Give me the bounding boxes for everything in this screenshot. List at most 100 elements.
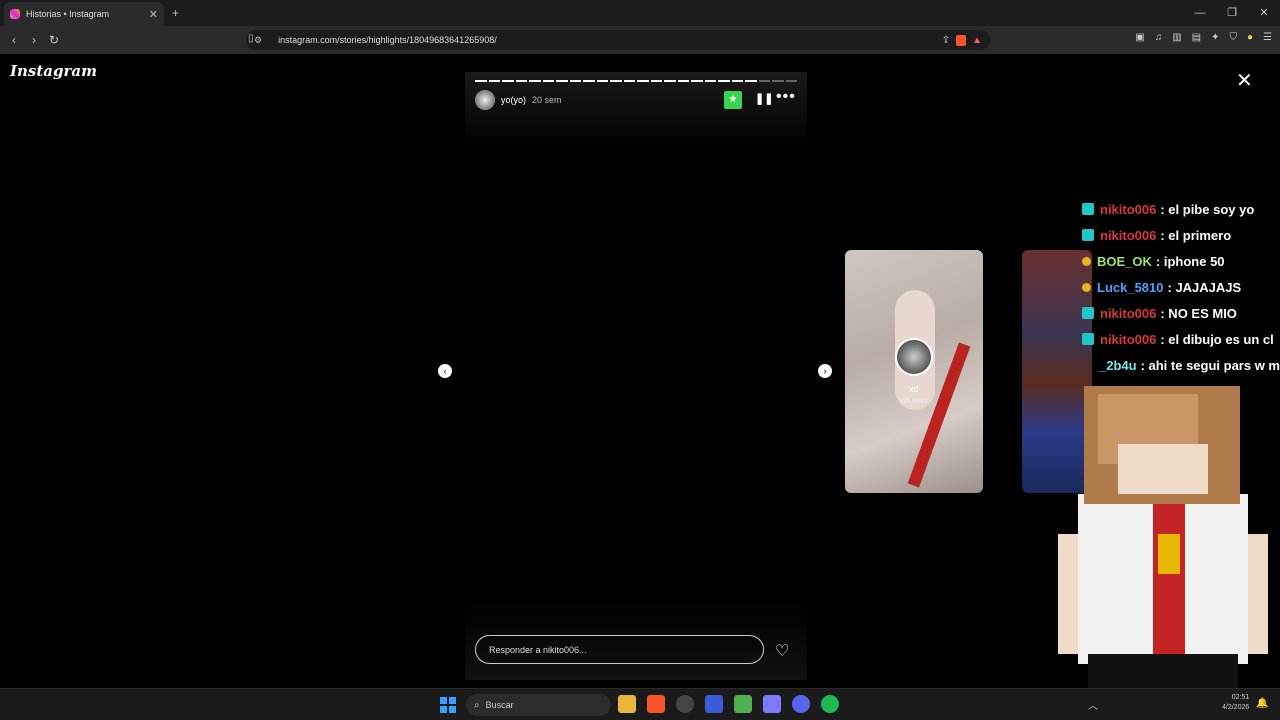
chat-message: _2b4u: ahi te segui pars w m <box>1082 352 1280 376</box>
preview-age: 66 sem <box>900 396 928 405</box>
clock-date: 4/2/2026 <box>1222 704 1250 711</box>
chat-message: nikito006: el dibujo es un cl <box>1082 326 1280 352</box>
window-close-icon[interactable]: ✕ <box>1248 0 1280 26</box>
chat-text: : JAJAJAJS <box>1167 279 1242 295</box>
story-avatar[interactable] <box>475 90 495 110</box>
brave-browser-icon[interactable] <box>647 695 665 713</box>
search-label: Buscar <box>485 700 514 710</box>
story-progress-segment <box>704 80 716 82</box>
instagram-logo[interactable]: Instagram <box>10 62 97 80</box>
pause-icon[interactable]: ❚❚ <box>755 92 773 105</box>
taskbar-search[interactable]: ⌕ Buscar <box>466 694 611 716</box>
vpn-icon[interactable]: ⛉ <box>1229 32 1237 43</box>
story-progress-segment <box>623 80 635 82</box>
preview-avatar <box>895 338 933 376</box>
story-progress-segment <box>677 80 689 82</box>
streamer-avatar-overlay <box>1058 384 1268 720</box>
story-progress-segment <box>785 80 797 82</box>
chat-text: : el primero <box>1160 227 1232 243</box>
chat-text: : ahi te segui pars w m <box>1140 357 1280 373</box>
story-progress-segment <box>637 80 649 82</box>
story-header: yo(yo) 20 sem ★ ❚❚ ••• <box>475 88 797 110</box>
story-username[interactable]: yo(yo) <box>501 95 526 105</box>
clock-time: 02:51 <box>1231 694 1250 701</box>
tab-bar: Historias • Instagram ✕ + — ❐ ✕ <box>0 0 1280 26</box>
restore-icon[interactable]: ❐ <box>1216 0 1248 26</box>
profile-icon[interactable]: ● <box>1247 32 1253 43</box>
minecraft-icon[interactable] <box>734 695 752 713</box>
chat-badge-icon <box>1082 203 1094 215</box>
chat-text: : NO ES MIO <box>1160 305 1237 321</box>
story-progress-segment <box>542 80 554 82</box>
story-progress-segment <box>610 80 622 82</box>
chat-message: nikito006: NO ES MIO <box>1082 300 1280 326</box>
chat-username: nikito006 <box>1100 227 1157 243</box>
music-icon[interactable]: ♫ <box>1155 32 1163 43</box>
search-icon: ⌕ <box>474 699 480 711</box>
story-progress-segment <box>515 80 527 82</box>
story-progress-segment <box>650 80 662 82</box>
obs-icon[interactable] <box>676 695 694 713</box>
site-info-icon[interactable]: ⚙ <box>254 35 262 46</box>
tab-manager-icon[interactable]: ▣ <box>1135 32 1144 43</box>
close-friends-star-icon[interactable]: ★ <box>724 91 742 109</box>
reply-input[interactable]: Responder a nikito006... <box>475 635 764 664</box>
tab-title: Historias • Instagram <box>26 9 110 19</box>
reload-icon[interactable]: ↻ <box>44 33 64 47</box>
forward-icon[interactable]: › <box>24 33 44 47</box>
chat-username: Luck_5810 <box>1097 279 1164 295</box>
chat-message: BOE_OK: iphone 50 <box>1082 248 1280 274</box>
menu-icon[interactable]: ☰ <box>1263 32 1272 43</box>
story-progress-segment <box>529 80 541 82</box>
close-story-icon[interactable]: ✕ <box>1236 68 1253 93</box>
clock[interactable]: 02:51 4/2/2026 <box>1222 693 1249 713</box>
instagram-favicon-icon <box>10 9 20 19</box>
nav-bar: ‹ › ↻ ⚙ instagram.com/stories/highlights… <box>0 26 1280 54</box>
next-story-preview[interactable]: xd 66 sem <box>845 250 983 493</box>
tab-close-icon[interactable]: ✕ <box>149 8 158 21</box>
brave-rewards-icon[interactable]: ▲ <box>972 35 982 46</box>
notification-icon[interactable]: 🔔 <box>1256 698 1268 709</box>
next-story-icon[interactable]: › <box>818 364 832 378</box>
vegas-icon[interactable] <box>763 695 781 713</box>
sidebar-icon[interactable]: ▥ <box>1172 32 1181 43</box>
tab-instagram[interactable]: Historias • Instagram ✕ <box>4 2 164 26</box>
ai-icon[interactable]: ✦ <box>1211 32 1219 43</box>
story-progress-segment <box>488 80 500 82</box>
share-icon[interactable]: ⇪ <box>942 35 950 46</box>
story-progress-segment <box>583 80 595 82</box>
minimize-icon[interactable]: — <box>1184 0 1216 26</box>
story-viewer[interactable]: yo(yo) 20 sem ★ ❚❚ ••• Responder a nikit… <box>465 72 807 680</box>
chat-message: Luck_5810: JAJAJAJS <box>1082 274 1280 300</box>
app-diamond-icon[interactable] <box>705 695 723 713</box>
extensions-row: ▣ ♫ ▥ ▤ ✦ ⛉ ● ☰ <box>1135 32 1272 43</box>
like-heart-icon[interactable]: ♡ <box>775 641 789 661</box>
chat-badge-icon <box>1082 256 1091 266</box>
chat-message: nikito006: el primero <box>1082 222 1280 248</box>
chat-text: : el pibe soy yo <box>1160 201 1255 217</box>
previous-story-icon[interactable]: ‹ <box>438 364 452 378</box>
file-explorer-icon[interactable] <box>618 695 636 713</box>
chat-badge-icon <box>1082 229 1094 241</box>
story-progress-segment <box>502 80 514 82</box>
new-tab-icon[interactable]: + <box>172 6 179 20</box>
more-options-icon[interactable]: ••• <box>776 88 796 106</box>
chat-message: nikito006: el pibe soy yo <box>1082 196 1280 222</box>
story-progress-segment <box>731 80 743 82</box>
chat-username: nikito006 <box>1100 201 1157 217</box>
story-progress-segment <box>664 80 676 82</box>
chat-badge-icon <box>1082 359 1093 371</box>
address-bar[interactable]: ⚙ instagram.com/stories/highlights/18049… <box>246 30 990 50</box>
windows-start-icon[interactable] <box>440 697 456 713</box>
discord-icon[interactable] <box>792 695 810 713</box>
spotify-icon[interactable] <box>821 695 839 713</box>
chat-username: _2b4u <box>1098 357 1137 373</box>
chat-text: : iphone 50 <box>1155 253 1225 269</box>
brave-shields-icon[interactable] <box>956 34 967 46</box>
chat-badge-icon <box>1082 282 1091 292</box>
chat-text: : el dibujo es un cl <box>1160 331 1274 347</box>
wallet-icon[interactable]: ▤ <box>1192 32 1201 43</box>
tray-chevron-icon[interactable]: ︿ <box>1088 697 1098 712</box>
back-icon[interactable]: ‹ <box>4 33 24 47</box>
bookmark-icon[interactable]: ▯ <box>248 33 254 44</box>
